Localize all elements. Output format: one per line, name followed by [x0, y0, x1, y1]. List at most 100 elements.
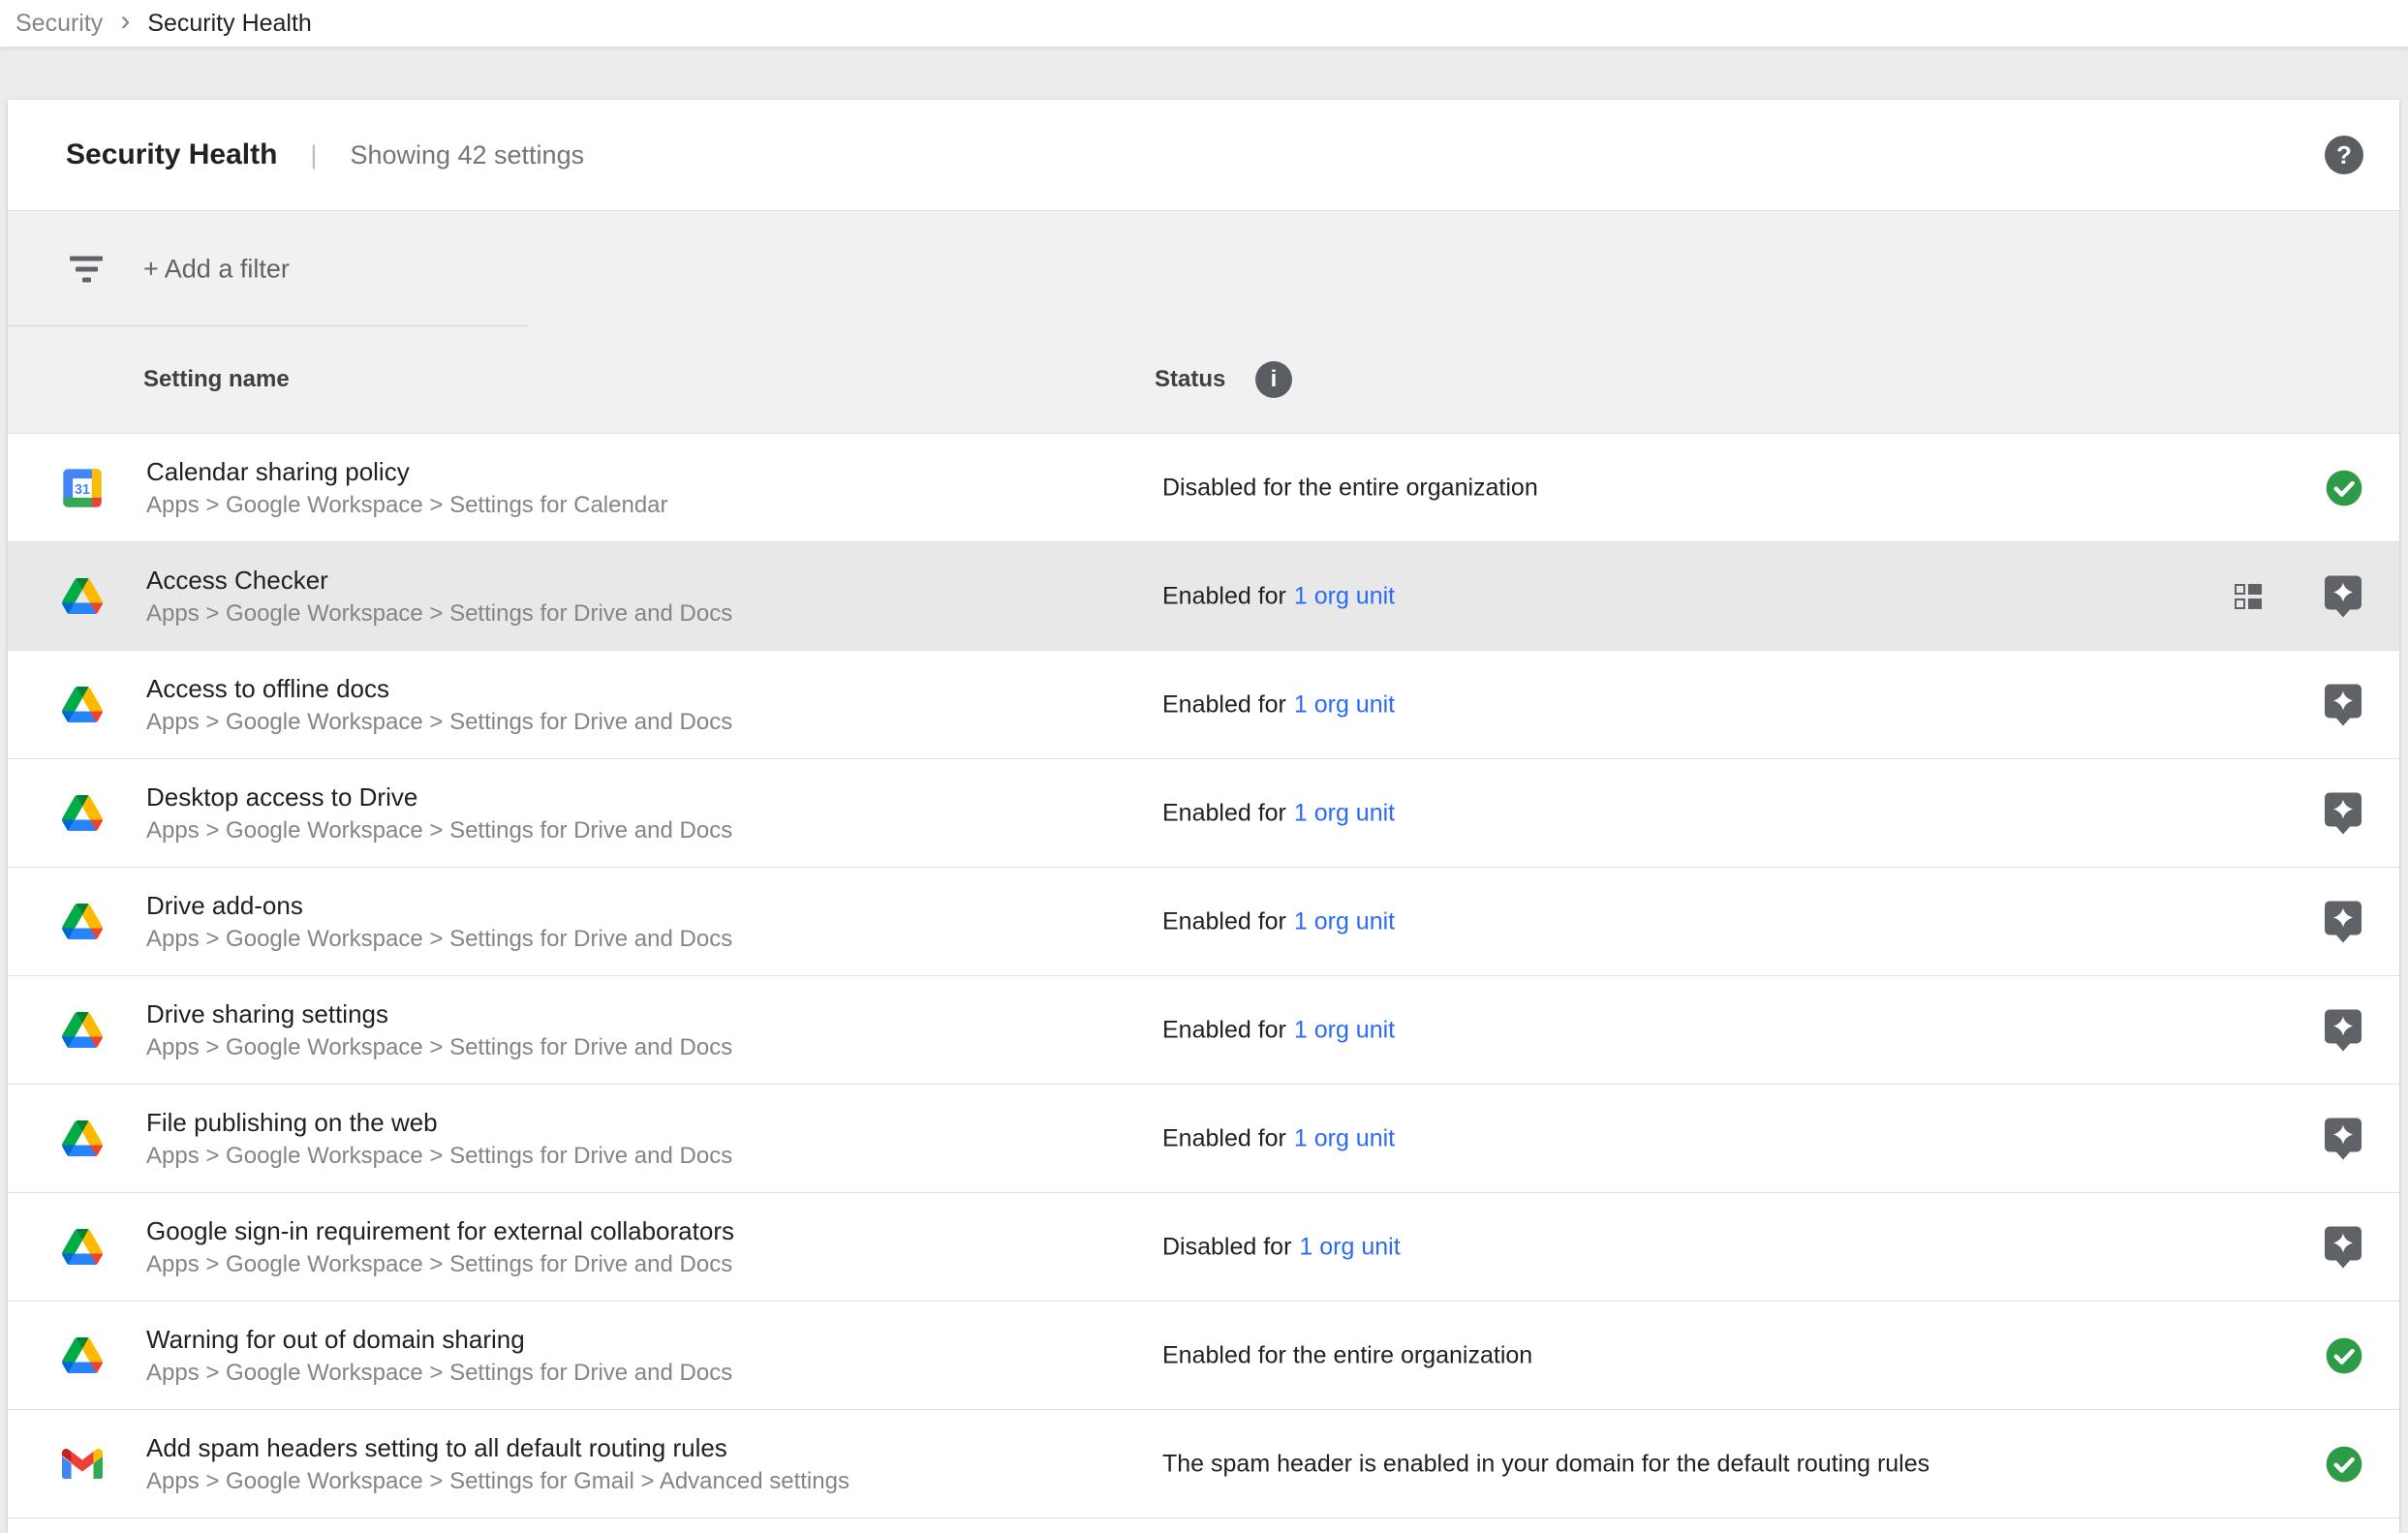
org-unit-link[interactable]: 1 org unit [1299, 1233, 1400, 1261]
org-unit-link[interactable]: 1 org unit [1294, 799, 1395, 827]
setting-path: Apps > Google Workspace > Settings for D… [146, 1032, 732, 1063]
table-row[interactable]: Access Checker Apps > Google Workspace >… [8, 542, 2399, 651]
settings-list: 31 Calendar sharing policy Apps > Google… [8, 434, 2399, 1518]
drive-icon [61, 575, 104, 618]
setting-path: Apps > Google Workspace > Settings for D… [146, 924, 732, 955]
recommendation-badge-icon[interactable] [2325, 901, 2362, 935]
org-unit-link[interactable]: 1 org unit [1294, 1016, 1395, 1044]
status-cell: Enabled for 1 org unit [1162, 1016, 1395, 1044]
setting-title: Access to offline docs [146, 672, 732, 705]
gmail-icon [61, 1443, 104, 1486]
status-text: The spam header is enabled in your domai… [1162, 1450, 1929, 1478]
status-cell: The spam header is enabled in your domai… [1162, 1450, 1929, 1478]
setting-path: Apps > Google Workspace > Settings for C… [146, 490, 668, 521]
status-text: Enabled for [1162, 690, 1286, 719]
check-circle-icon [2325, 469, 2363, 507]
recommendation-badge-icon[interactable] [2325, 1118, 2362, 1151]
setting-title: Warning for out of domain sharing [146, 1323, 732, 1356]
drive-icon [61, 1118, 104, 1160]
table-row[interactable]: Warning for out of domain sharing Apps >… [8, 1302, 2399, 1410]
breadcrumb-current: Security Health [147, 10, 312, 38]
org-unit-link[interactable]: 1 org unit [1294, 582, 1395, 610]
setting-title: Google sign-in requirement for external … [146, 1214, 734, 1247]
setting-cell: Google sign-in requirement for external … [146, 1214, 734, 1280]
status-cell: Enabled for 1 org unit [1162, 799, 1395, 827]
status-text: Enabled for [1162, 582, 1286, 610]
setting-title: Access Checker [146, 564, 732, 597]
setting-cell: Access to offline docs Apps > Google Wor… [146, 672, 732, 738]
recommendation-badge-icon[interactable] [2325, 684, 2362, 718]
page-title: Security Health [66, 138, 277, 171]
help-icon[interactable]: ? [2325, 136, 2363, 174]
drive-icon [61, 684, 104, 726]
title-separator: | [310, 140, 317, 170]
drive-icon [61, 792, 104, 835]
setting-cell: Desktop access to Drive Apps > Google Wo… [146, 781, 732, 846]
table-row[interactable]: Google sign-in requirement for external … [8, 1193, 2399, 1302]
status-text: Disabled for [1162, 1233, 1291, 1261]
status-cell: Enabled for 1 org unit [1162, 1124, 1395, 1152]
org-unit-link[interactable]: 1 org unit [1294, 1124, 1395, 1152]
filter-icon [70, 256, 103, 282]
drive-icon [61, 1009, 104, 1052]
setting-path: Apps > Google Workspace > Settings for D… [146, 1249, 734, 1280]
table-row[interactable]: Desktop access to Drive Apps > Google Wo… [8, 759, 2399, 868]
setting-path: Apps > Google Workspace > Settings for D… [146, 1358, 732, 1389]
setting-path: Apps > Google Workspace > Settings for D… [146, 815, 732, 846]
setting-cell: Drive add-ons Apps > Google Workspace > … [146, 889, 732, 955]
setting-title: Drive add-ons [146, 889, 732, 922]
column-header-setting-name: Setting name [143, 366, 290, 393]
table-row[interactable]: Add spam headers setting to all default … [8, 1410, 2399, 1518]
calendar-icon: 31 [61, 467, 104, 509]
check-circle-icon [2325, 1336, 2363, 1375]
status-text: Enabled for the entire organization [1162, 1341, 1532, 1369]
setting-path: Apps > Google Workspace > Settings for D… [146, 1141, 732, 1172]
status-text: Enabled for [1162, 799, 1286, 827]
check-circle-icon [2325, 1445, 2363, 1484]
table-row[interactable]: File publishing on the web Apps > Google… [8, 1085, 2399, 1193]
setting-title: File publishing on the web [146, 1106, 732, 1139]
recommendation-badge-icon[interactable] [2325, 575, 2362, 609]
table-row[interactable]: Access to offline docs Apps > Google Wor… [8, 651, 2399, 759]
setting-cell: File publishing on the web Apps > Google… [146, 1106, 732, 1172]
status-cell: Disabled for 1 org unit [1162, 1233, 1401, 1261]
setting-title: Calendar sharing policy [146, 455, 668, 488]
status-text: Enabled for [1162, 907, 1286, 935]
status-cell: Enabled for the entire organization [1162, 1341, 1532, 1369]
status-text: Disabled for the entire organization [1162, 474, 1538, 502]
drive-icon [61, 1334, 104, 1377]
recommendation-badge-icon[interactable] [2325, 1009, 2362, 1043]
security-health-card: Security Health | Showing 42 settings ? … [8, 100, 2399, 1533]
setting-path: Apps > Google Workspace > Settings for G… [146, 1466, 849, 1497]
status-cell: Enabled for 1 org unit [1162, 690, 1395, 719]
settings-count: Showing 42 settings [350, 140, 584, 170]
status-cell: Enabled for 1 org unit [1162, 907, 1395, 935]
setting-cell: Warning for out of domain sharing Apps >… [146, 1323, 732, 1389]
filter-bar: + Add a filter [8, 211, 2399, 326]
chevron-right-icon: › [120, 7, 130, 36]
status-cell: Disabled for the entire organization [1162, 474, 1538, 502]
setting-title: Add spam headers setting to all default … [146, 1431, 849, 1464]
recommendation-badge-icon[interactable] [2325, 792, 2362, 826]
setting-cell: Drive sharing settings Apps > Google Wor… [146, 997, 732, 1063]
table-row[interactable]: Drive sharing settings Apps > Google Wor… [8, 976, 2399, 1085]
table-row[interactable]: 31 Calendar sharing policy Apps > Google… [8, 434, 2399, 542]
breadcrumb-parent[interactable]: Security [15, 10, 103, 38]
info-icon[interactable]: i [1255, 361, 1292, 398]
setting-cell: Access Checker Apps > Google Workspace >… [146, 564, 732, 629]
breadcrumb: Security › Security Health [0, 0, 2408, 47]
status-text: Enabled for [1162, 1124, 1286, 1152]
setting-cell: Add spam headers setting to all default … [146, 1431, 849, 1497]
setting-path: Apps > Google Workspace > Settings for D… [146, 598, 732, 629]
setting-cell: Calendar sharing policy Apps > Google Wo… [146, 455, 668, 521]
org-unit-link[interactable]: 1 org unit [1294, 907, 1395, 935]
drive-icon [61, 901, 104, 943]
add-filter-button[interactable]: + Add a filter [143, 254, 290, 284]
column-header-status: Status [1155, 366, 1225, 393]
setting-path: Apps > Google Workspace > Settings for D… [146, 707, 732, 738]
org-unit-link[interactable]: 1 org unit [1294, 690, 1395, 719]
recommendation-badge-icon[interactable] [2325, 1226, 2362, 1260]
table-row[interactable]: Drive add-ons Apps > Google Workspace > … [8, 868, 2399, 976]
table-header: Setting name Status i [8, 326, 2399, 434]
card-header: Security Health | Showing 42 settings ? [8, 100, 2399, 211]
